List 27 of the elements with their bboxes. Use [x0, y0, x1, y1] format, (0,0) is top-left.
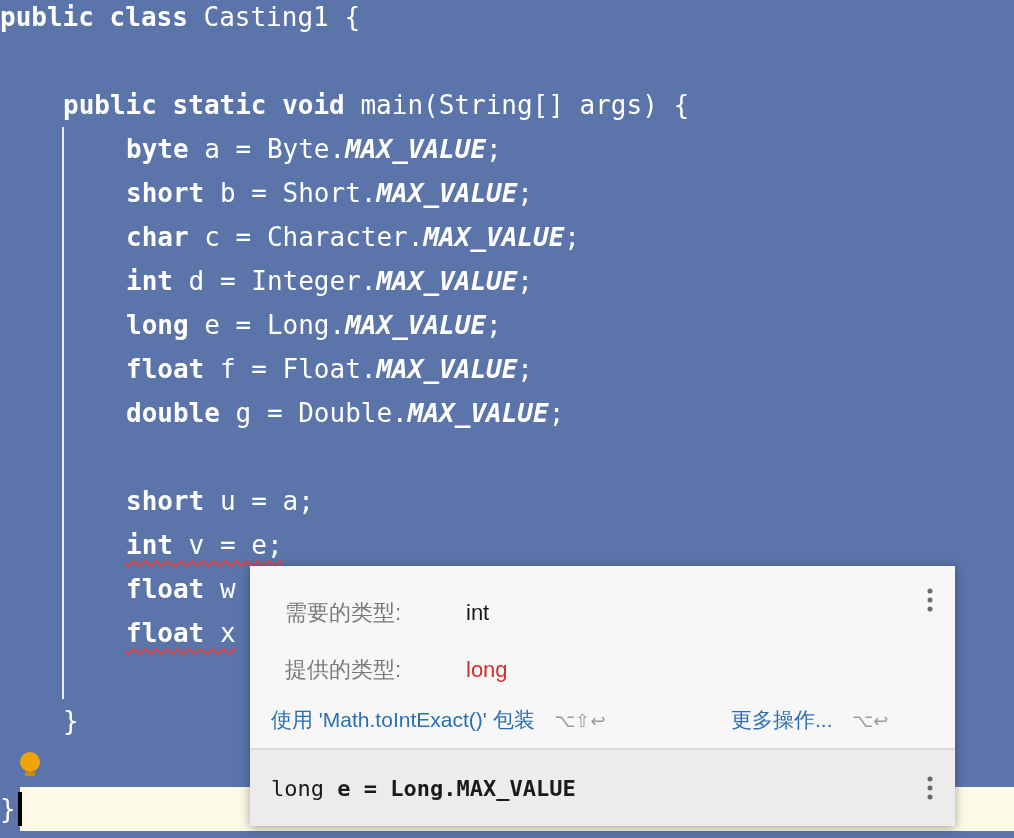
text-cursor: [17, 792, 22, 826]
code-line: float w: [126, 572, 236, 606]
code-line: float x: [126, 616, 236, 650]
type-label: 需要的类型:: [285, 599, 403, 627]
code-line: public static void main(String[] args) {: [63, 88, 690, 122]
type-value: long: [466, 656, 508, 684]
shortcut-hint: ⌥⇧↩: [554, 708, 606, 733]
action-link[interactable]: 更多操作...: [731, 704, 833, 736]
type-label: 提供的类型:: [285, 656, 403, 684]
more-options-icon[interactable]: [927, 776, 933, 800]
code-line: long e = Long.MAX_VALUE;: [126, 308, 502, 342]
code-line: char c = Character.MAX_VALUE;: [126, 220, 580, 254]
action-link[interactable]: 使用 'Math.toIntExact()' 包装: [271, 704, 535, 736]
code-line: short b = Short.MAX_VALUE;: [126, 176, 533, 210]
code-line: public class Casting1 {: [0, 0, 361, 34]
code-line: double g = Double.MAX_VALUE;: [126, 396, 565, 430]
type-value: int: [466, 599, 490, 627]
code-line: }: [0, 792, 16, 826]
code-line: int v = e;: [126, 528, 283, 562]
code-line: float f = Float.MAX_VALUE;: [126, 352, 533, 386]
more-options-icon[interactable]: [927, 588, 933, 612]
declaration-text: long e = Long.MAX_VALUE: [271, 774, 576, 803]
code-line: }: [63, 704, 79, 738]
code-line: int d = Integer.MAX_VALUE;: [126, 264, 533, 298]
code-line: short u = a;: [126, 484, 314, 518]
shortcut-hint: ⌥↩: [852, 708, 889, 733]
code-line: byte a = Byte.MAX_VALUE;: [126, 132, 502, 166]
